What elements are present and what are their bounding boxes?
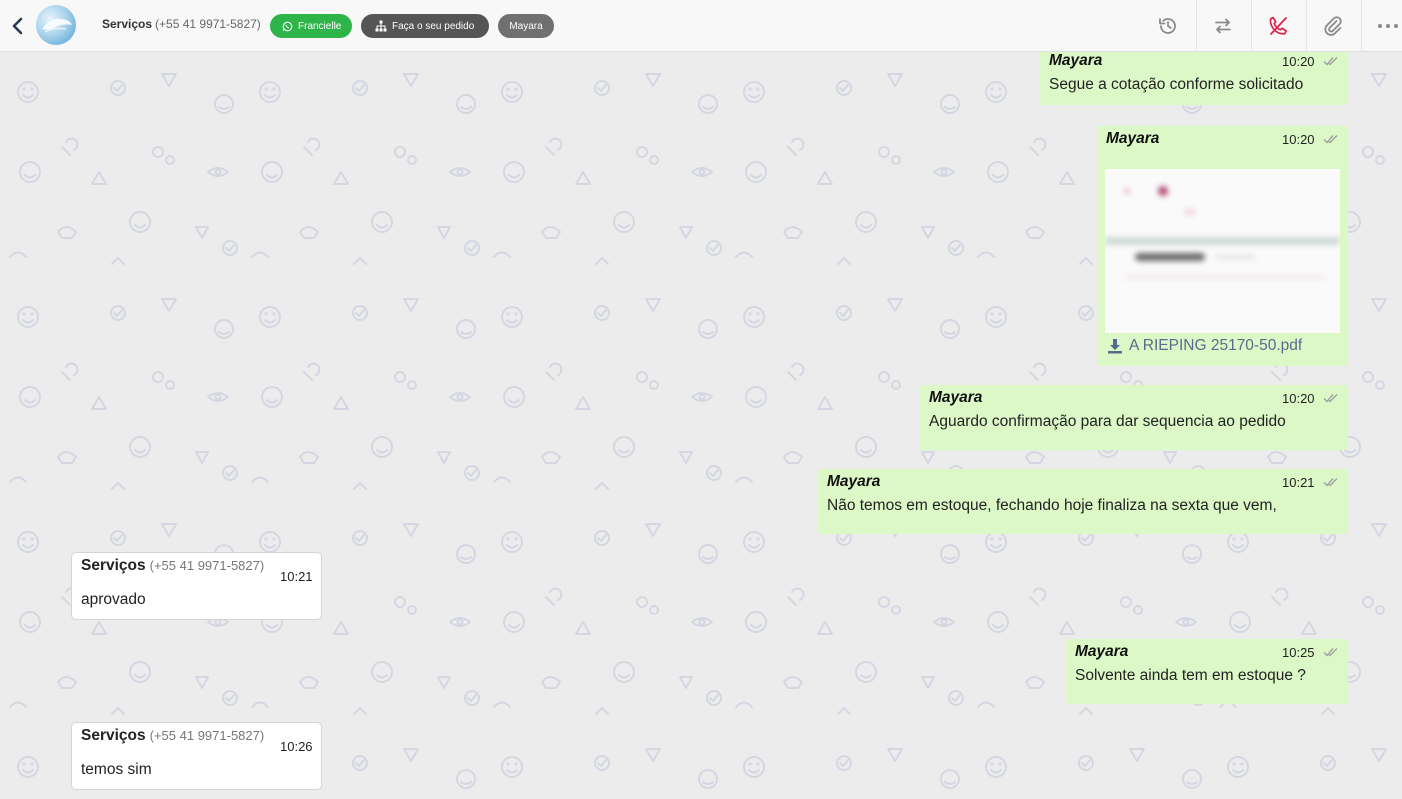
message-sender-name: Serviços bbox=[81, 557, 146, 574]
message-sender: Mayara bbox=[1075, 643, 1129, 660]
attachment-filename: A RIEPING 25170-50.pdf bbox=[1129, 337, 1303, 354]
agent-chip-label: Mayara bbox=[509, 20, 543, 32]
contact-phone: (+55 41 9971-5827) bbox=[155, 17, 261, 31]
avatar[interactable] bbox=[36, 5, 76, 45]
message-time: 10:20 bbox=[1282, 391, 1315, 406]
header-divider bbox=[1251, 0, 1252, 52]
header-divider bbox=[1196, 0, 1197, 52]
message-time: 10:21 bbox=[1282, 475, 1315, 490]
flow-chip-label: Faça o seu pedido bbox=[392, 20, 475, 32]
message-bubble[interactable]: Mayara 10:20 A RIEPING 25170-50.pdf bbox=[1097, 126, 1348, 366]
message-time: 10:26 bbox=[280, 739, 313, 754]
message-time: 10:21 bbox=[280, 569, 313, 584]
message-text: Segue a cotação conforme solicitado bbox=[1049, 76, 1304, 93]
contact-name: Serviços bbox=[102, 17, 153, 31]
pdf-thumbnail[interactable] bbox=[1105, 169, 1340, 333]
message-sender-phone: (+55 41 9971-5827) bbox=[149, 558, 265, 573]
message-text: temos sim bbox=[81, 761, 152, 778]
message-bubble[interactable]: Serviços (+55 41 9971-5827) 10:26 temos s… bbox=[71, 722, 322, 790]
agent-chip[interactable]: Mayara bbox=[498, 14, 554, 38]
flow-chip[interactable]: Faça o seu pedido bbox=[361, 14, 489, 38]
header-divider bbox=[1306, 0, 1307, 52]
message-time: 10:25 bbox=[1282, 645, 1315, 660]
message-sender: Serviços (+55 41 9971-5827) bbox=[81, 727, 264, 745]
channel-chip[interactable]: Francielle bbox=[270, 14, 352, 38]
message-sender-name: Serviços bbox=[81, 727, 146, 744]
back-icon[interactable] bbox=[8, 14, 28, 38]
end-call-icon[interactable] bbox=[1266, 14, 1290, 38]
history-icon[interactable] bbox=[1156, 14, 1180, 38]
attachment-download[interactable]: A RIEPING 25170-50.pdf bbox=[1107, 337, 1302, 355]
message-bubble[interactable]: Mayara 10:21 Não temos em estoque, fecha… bbox=[818, 469, 1348, 534]
message-sender: Mayara bbox=[1106, 130, 1160, 147]
message-text: Não temos em estoque, fechando hoje fina… bbox=[827, 497, 1277, 514]
sitemap-icon bbox=[375, 20, 387, 32]
message-time: 10:20 bbox=[1282, 54, 1315, 69]
chat-area: Mayara 10:20 Segue a cotação conforme so… bbox=[0, 52, 1402, 799]
message-sender: Mayara bbox=[929, 389, 983, 406]
message-text: Aguardo confirmação para dar sequencia a… bbox=[929, 413, 1286, 430]
double-check-icon bbox=[1323, 57, 1338, 66]
message-bubble[interactable]: Mayara 10:25 Solvente ainda tem em estoq… bbox=[1066, 639, 1348, 704]
message-sender: Mayara bbox=[1049, 52, 1103, 69]
contact-title: Serviços (+55 41 9971-5827) bbox=[102, 17, 261, 31]
double-check-icon bbox=[1323, 394, 1338, 403]
header-divider bbox=[1361, 0, 1362, 52]
message-text: aprovado bbox=[81, 591, 146, 608]
double-check-icon bbox=[1323, 135, 1338, 144]
more-icon[interactable] bbox=[1376, 14, 1400, 38]
double-check-icon bbox=[1323, 478, 1338, 487]
transfer-icon[interactable] bbox=[1211, 14, 1235, 38]
message-sender: Mayara bbox=[827, 473, 881, 490]
message-bubble[interactable]: Mayara 10:20 Segue a cotação conforme so… bbox=[1040, 52, 1347, 105]
message-text: Solvente ainda tem em estoque ? bbox=[1075, 667, 1306, 684]
message-sender-phone: (+55 41 9971-5827) bbox=[149, 728, 265, 743]
message-sender: Serviços (+55 41 9971-5827) bbox=[81, 557, 264, 575]
message-bubble[interactable]: Mayara 10:20 Aguardo confirmação para da… bbox=[920, 385, 1348, 450]
channel-chip-label: Francielle bbox=[298, 20, 342, 32]
double-check-icon bbox=[1323, 648, 1338, 657]
whatsapp-icon bbox=[282, 21, 293, 31]
message-bubble[interactable]: Serviços (+55 41 9971-5827) 10:21 aprovad… bbox=[71, 552, 322, 620]
download-icon bbox=[1108, 339, 1122, 354]
message-time: 10:20 bbox=[1282, 132, 1315, 147]
chat-header: Serviços (+55 41 9971-5827) Francielle Fa… bbox=[0, 0, 1402, 52]
attach-icon[interactable] bbox=[1321, 14, 1345, 38]
